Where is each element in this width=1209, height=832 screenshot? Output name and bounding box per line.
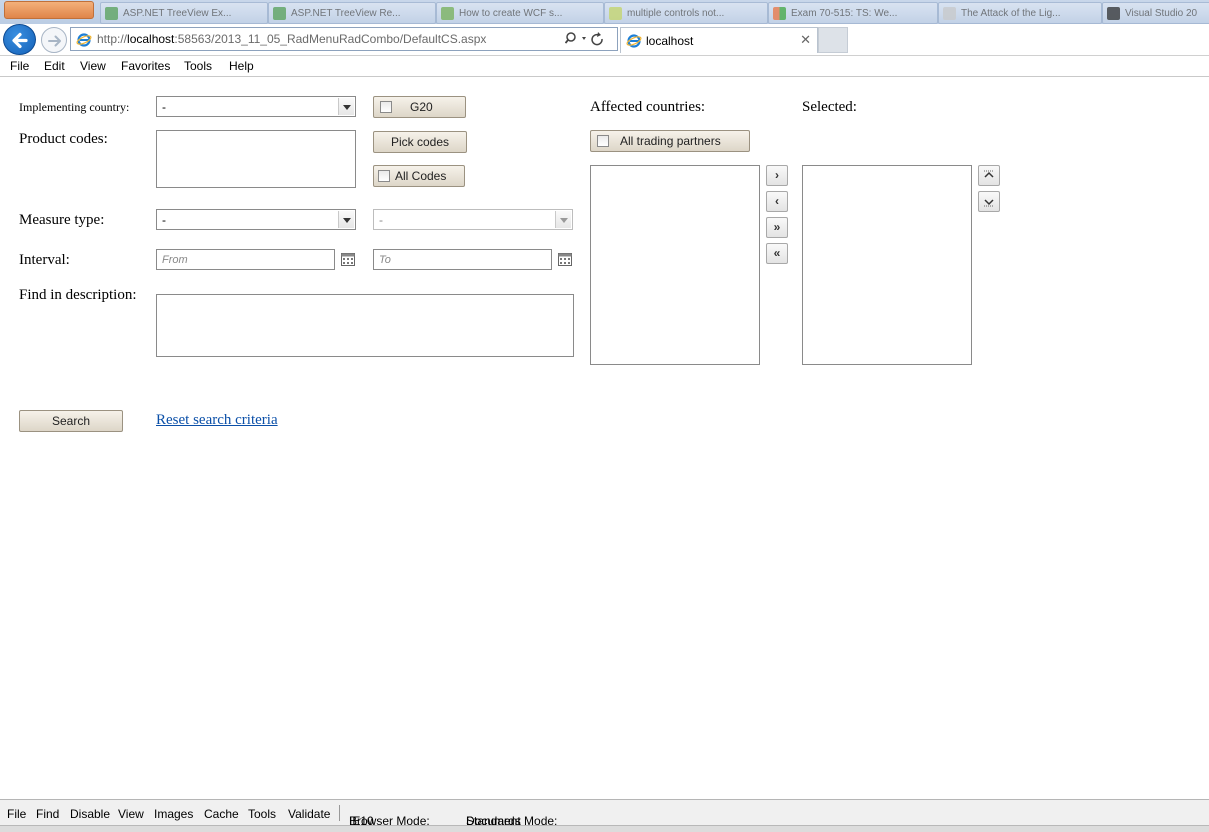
navigation-bar: http://localhost:58563/2013_11_05_RadMen… <box>0 24 1209 56</box>
windows-icon <box>773 7 786 20</box>
chevron-up-icon <box>984 170 994 178</box>
selected-label: Selected: <box>802 99 857 115</box>
taskbar-tab-7[interactable]: Visual Studio 20 <box>1102 2 1209 24</box>
calendar-icon[interactable] <box>341 253 355 266</box>
double-chevron-right-icon: » <box>773 220 781 234</box>
implementing-country-label: Implementing country: <box>19 100 130 114</box>
menu-help[interactable]: Help <box>229 59 254 73</box>
taskbar-tab-4[interactable]: multiple controls not... <box>604 2 768 24</box>
taskbar-orange-button[interactable] <box>4 1 94 19</box>
measure-type-label: Measure type: <box>19 212 105 228</box>
toolbar-divider <box>339 805 340 821</box>
chevron-right-icon: › <box>775 168 779 182</box>
taskbar-tab-1[interactable]: ASP.NET TreeView Ex... <box>100 2 268 24</box>
page-icon <box>273 7 286 20</box>
product-codes-input[interactable] <box>156 130 356 188</box>
find-description-input[interactable] <box>156 294 574 357</box>
product-codes-label: Product codes: <box>19 131 108 147</box>
dev-menu-images[interactable]: Images <box>154 807 193 821</box>
new-tab-button[interactable] <box>818 27 848 53</box>
pick-codes-button[interactable]: Pick codes <box>373 131 467 153</box>
dev-menu-tools[interactable]: Tools <box>248 807 276 821</box>
search-refresh-icons[interactable] <box>564 31 611 47</box>
internet-explorer-icon <box>76 33 92 47</box>
menu-edit[interactable]: Edit <box>44 59 65 73</box>
page-icon <box>943 7 956 20</box>
implementing-country-combo[interactable]: - <box>156 96 356 117</box>
search-button[interactable]: Search <box>19 410 123 432</box>
move-all-right-button[interactable]: » <box>766 217 788 238</box>
affected-countries-listbox[interactable] <box>590 165 760 365</box>
from-date-input[interactable]: From <box>156 249 335 270</box>
taskbar-tab-3[interactable]: How to create WCF s... <box>436 2 604 24</box>
selected-countries-listbox[interactable] <box>802 165 972 365</box>
chevron-down-icon[interactable] <box>555 211 571 228</box>
find-description-label: Find in description: <box>19 287 137 303</box>
dev-menu-find[interactable]: Find <box>36 807 59 821</box>
dev-menu-cache[interactable]: Cache <box>204 807 239 821</box>
move-all-left-button[interactable]: « <box>766 243 788 264</box>
taskbar-tab-5[interactable]: Exam 70-515: TS: We... <box>768 2 938 24</box>
dev-menu-file[interactable]: File <box>7 807 26 821</box>
page-icon <box>609 7 622 20</box>
dev-menu-validate[interactable]: Validate <box>288 807 330 821</box>
dev-menu-view[interactable]: View <box>118 807 144 821</box>
chevron-down-icon[interactable] <box>338 98 354 115</box>
reset-search-link[interactable]: Reset search criteria <box>156 412 278 429</box>
dev-menu-disable[interactable]: Disable <box>70 807 110 821</box>
menu-favorites[interactable]: Favorites <box>121 59 170 73</box>
all-trading-partners-toggle[interactable]: All trading partners <box>590 130 750 152</box>
double-chevron-left-icon: « <box>773 246 781 260</box>
g20-checkbox[interactable] <box>380 101 392 113</box>
menu-view[interactable]: View <box>80 59 106 73</box>
address-url: http://localhost:58563/2013_11_05_RadMen… <box>97 32 487 46</box>
chevron-down-icon <box>984 199 994 207</box>
forward-button[interactable] <box>41 27 67 53</box>
back-arrow-icon <box>12 32 28 49</box>
calendar-icon[interactable] <box>558 253 572 266</box>
menu-bar: File Edit View Favorites Tools Help <box>0 56 1209 77</box>
chevron-down-icon[interactable] <box>338 211 354 228</box>
measure-subtype-combo[interactable]: - <box>373 209 573 230</box>
page-icon <box>441 7 454 20</box>
address-bar[interactable]: http://localhost:58563/2013_11_05_RadMen… <box>70 27 618 51</box>
all-trading-partners-checkbox[interactable] <box>597 135 609 147</box>
move-down-button[interactable] <box>978 191 1000 212</box>
to-date-input[interactable]: To <box>373 249 552 270</box>
developer-toolbar: File Find Disable View Images Cache Tool… <box>0 799 1209 828</box>
all-codes-checkbox[interactable] <box>378 170 390 182</box>
forward-arrow-icon <box>48 35 61 47</box>
move-left-button[interactable]: ‹ <box>766 191 788 212</box>
close-tab-icon[interactable]: ✕ <box>800 32 811 48</box>
status-strip <box>0 825 1209 832</box>
move-right-button[interactable]: › <box>766 165 788 186</box>
page-icon <box>105 7 118 20</box>
tab-title: localhost <box>646 34 694 48</box>
g20-toggle-button[interactable]: G20 <box>373 96 466 118</box>
menu-file[interactable]: File <box>10 59 29 73</box>
address-tools <box>564 31 611 50</box>
all-codes-toggle-button[interactable]: All Codes <box>373 165 465 187</box>
move-up-button[interactable] <box>978 165 1000 186</box>
internet-explorer-icon <box>626 34 642 48</box>
menu-tools[interactable]: Tools <box>184 59 212 73</box>
interval-label: Interval: <box>19 252 70 268</box>
chevron-left-icon: ‹ <box>775 194 779 208</box>
affected-countries-label: Affected countries: <box>590 99 706 115</box>
measure-type-combo[interactable]: - <box>156 209 356 230</box>
visual-studio-icon <box>1107 7 1120 20</box>
browser-tab-active[interactable]: localhost ✕ <box>620 27 818 53</box>
taskbar-tab-6[interactable]: The Attack of the Lig... <box>938 2 1102 24</box>
taskbar-tab-2[interactable]: ASP.NET TreeView Re... <box>268 2 436 24</box>
back-button[interactable] <box>3 24 36 55</box>
